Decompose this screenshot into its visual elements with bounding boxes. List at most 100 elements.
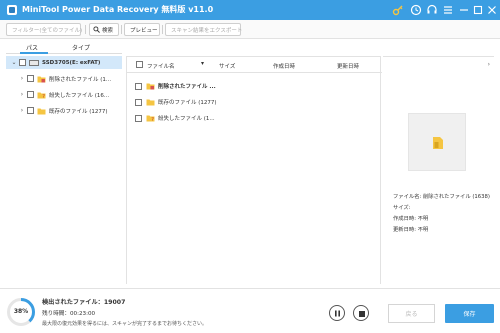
info-label: ファイル名: — [393, 194, 422, 200]
tree-item-label: 削除されたファイル (1... — [49, 76, 112, 83]
info-modified: 更新日時: 不明 — [393, 225, 428, 233]
lost-folder-icon: ? — [37, 92, 46, 99]
tree-item-deleted[interactable]: › 削除されたファイル (1... — [6, 72, 122, 85]
tree-panel: パス タイプ ⌄ SSD3705(E: exFAT) › 削除されたファイル (… — [6, 42, 122, 284]
tree-item-label: 既存のファイル (1277) — [49, 108, 108, 115]
active-tab-indicator — [20, 52, 48, 54]
progress-percent: 38% — [13, 308, 29, 315]
column-created[interactable]: 作成日時 — [273, 62, 295, 70]
deleted-folder-icon — [37, 76, 46, 82]
export-label: スキャン結果をエクスポート — [171, 27, 243, 34]
search-button[interactable]: 検索 — [89, 23, 119, 36]
folder-icon — [146, 99, 155, 106]
preview-button[interactable]: プレビュー — [124, 23, 160, 36]
lost-folder-icon: ? — [146, 115, 155, 122]
list-item[interactable]: 削除されたファイル ... — [127, 79, 382, 93]
toolbar-divider — [85, 25, 86, 34]
app-logo-icon — [7, 5, 17, 15]
info-label: 更新日時: — [393, 227, 416, 233]
search-label: 検索 — [102, 27, 114, 34]
collapse-preview-icon[interactable]: › — [488, 61, 490, 68]
drive-icon — [29, 59, 39, 66]
list-item[interactable]: ? 紛失したファイル (1... — [127, 111, 382, 125]
info-value: 削除されたファイル (1638) — [422, 194, 490, 200]
tree-item-drive[interactable]: ⌄ SSD3705(E: exFAT) — [6, 56, 122, 69]
pause-icon — [335, 310, 340, 317]
found-label: 検出されたファイル： — [42, 299, 104, 306]
svg-text:?: ? — [151, 117, 154, 122]
file-list: ファイル名 ▾ サイズ 作成日時 更新日時 削除されたファイル ... 既存のフ… — [126, 56, 382, 284]
remaining-value: 00:23:00 — [69, 311, 96, 317]
stop-button[interactable] — [353, 305, 369, 321]
info-value: 不明 — [417, 216, 429, 222]
toolbar-divider — [162, 25, 163, 34]
info-label: サイズ: — [393, 205, 411, 211]
export-button[interactable]: スキャン結果をエクスポート — [165, 23, 243, 36]
save-button[interactable]: 保存 — [445, 304, 494, 323]
remaining-time: 残り時間：00:23:00 — [42, 309, 95, 317]
back-button[interactable]: 戻る — [388, 304, 435, 323]
preview-label: プレビュー — [130, 27, 158, 34]
maximize-icon[interactable] — [472, 4, 484, 16]
tree-item-existing[interactable]: › 既存のファイル (1277) — [6, 104, 122, 117]
clock-icon[interactable] — [410, 4, 422, 16]
checkbox[interactable] — [27, 75, 34, 82]
found-count: 19007 — [103, 299, 126, 306]
tab-path[interactable]: パス — [26, 43, 38, 52]
column-size[interactable]: サイズ — [219, 62, 235, 70]
checkbox[interactable] — [135, 114, 142, 122]
search-icon — [93, 26, 100, 33]
select-all-checkbox[interactable] — [136, 61, 143, 68]
tab-type[interactable]: タイプ — [72, 43, 90, 52]
tree-item-label: SSD3705(E: exFAT) — [42, 59, 101, 66]
sort-icon[interactable]: ▾ — [201, 60, 204, 67]
info-created: 作成日時: 不明 — [393, 214, 428, 222]
list-item-name: 既存のファイル (1277) — [158, 100, 217, 106]
minimize-icon[interactable] — [458, 4, 470, 16]
status-bar: 38% 検出されたファイル：19007 残り時間：00:23:00 最大限の復元… — [0, 288, 500, 333]
checkbox[interactable] — [27, 107, 34, 114]
toolbar-divider — [121, 25, 122, 34]
list-header: ファイル名 ▾ サイズ 作成日時 更新日時 — [127, 57, 382, 73]
list-item[interactable]: 既存のファイル (1277) — [127, 95, 382, 109]
key-icon[interactable] — [392, 4, 404, 16]
toolbar: フィルター(全てのファイル) 検索 プレビュー スキャン結果をエクスポート — [0, 20, 500, 39]
info-filename: ファイル名: 削除されたファイル (1638) — [393, 192, 490, 200]
chevron-right-icon[interactable]: › — [18, 75, 26, 82]
checkbox[interactable] — [27, 91, 34, 98]
preview-thumbnail — [408, 113, 466, 171]
deleted-file-icon — [433, 137, 443, 149]
title-bar: MiniTool Power Data Recovery 無料版 v11.0 — [0, 0, 500, 20]
chevron-right-icon[interactable]: › — [18, 91, 26, 98]
filter-label: フィルター(全てのファイル) — [12, 27, 83, 34]
files-found: 検出されたファイル：19007 — [42, 297, 125, 306]
list-item-name: 削除されたファイル ... — [158, 84, 216, 90]
info-value: 不明 — [417, 227, 429, 233]
info-size: サイズ: — [393, 203, 411, 211]
checkbox[interactable] — [135, 82, 142, 90]
tree-item-label: 紛失したファイル (16... — [49, 92, 110, 99]
headset-icon[interactable] — [426, 4, 438, 16]
preview-panel: › ファイル名: 削除されたファイル (1638) サイズ: 作成日時: 不明 … — [383, 56, 494, 284]
filter-button[interactable]: フィルター(全てのファイル) — [6, 23, 83, 36]
scan-hint: 最大限の復元効果を得るには、スキャンが完了するまでお待ちください。 — [42, 321, 208, 327]
close-icon[interactable] — [486, 4, 498, 16]
window-title: MiniTool Power Data Recovery 無料版 v11.0 — [22, 5, 214, 14]
remaining-label: 残り時間： — [42, 311, 70, 317]
deleted-folder-icon — [146, 83, 155, 90]
panel-tabs: パス タイプ — [6, 42, 122, 54]
column-filename[interactable]: ファイル名 — [147, 62, 175, 70]
tree-item-lost[interactable]: › ? 紛失したファイル (16... — [6, 88, 122, 101]
checkbox[interactable] — [135, 98, 142, 106]
stop-icon — [358, 310, 365, 317]
svg-text:?: ? — [42, 94, 45, 99]
info-label: 作成日時: — [393, 216, 416, 222]
folder-icon — [37, 108, 46, 114]
list-item-name: 紛失したファイル (1... — [158, 116, 215, 122]
column-modified[interactable]: 更新日時 — [337, 62, 359, 70]
menu-icon[interactable] — [442, 4, 454, 16]
checkbox[interactable] — [19, 59, 26, 66]
chevron-down-icon[interactable]: ⌄ — [10, 59, 18, 66]
chevron-right-icon[interactable]: › — [18, 107, 26, 114]
pause-button[interactable] — [329, 305, 345, 321]
